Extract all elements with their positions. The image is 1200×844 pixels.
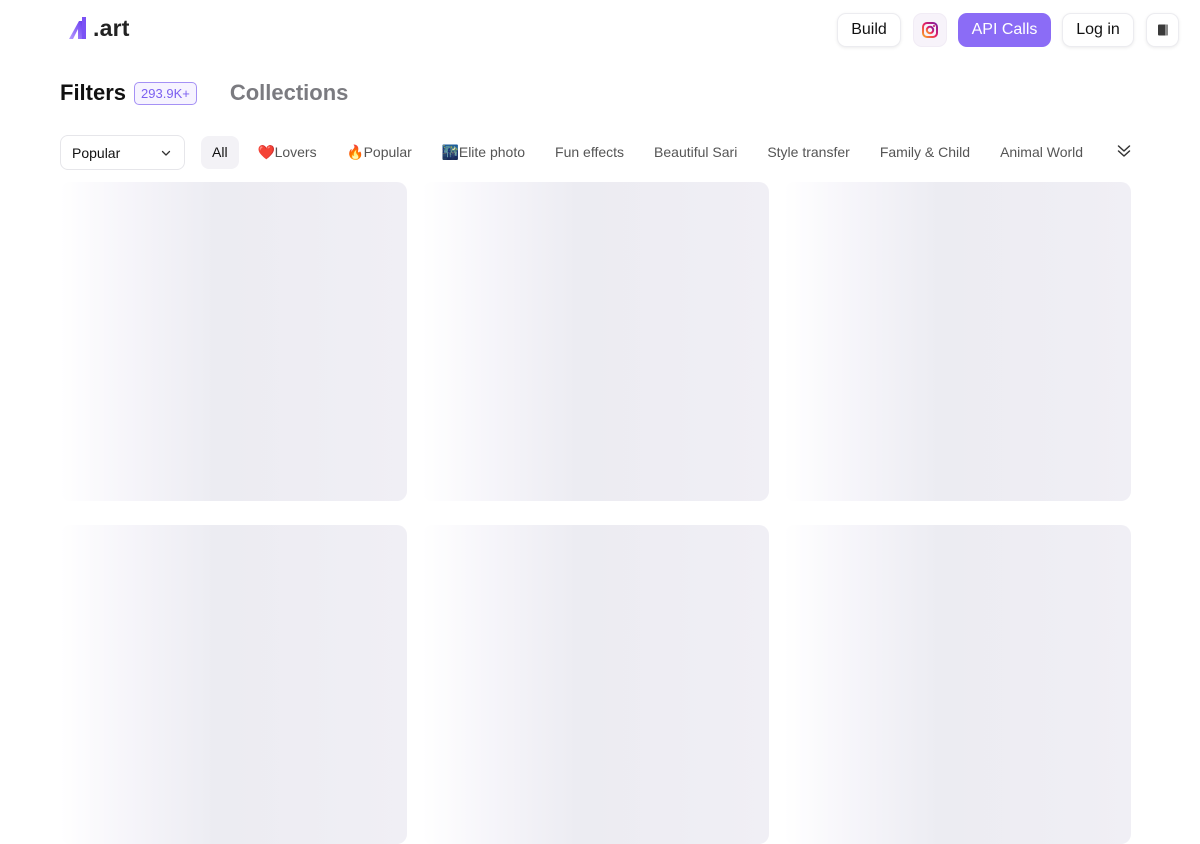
filter-card[interactable] <box>422 525 769 844</box>
night-city-icon: 🌃 <box>441 144 460 160</box>
sort-dropdown[interactable]: Popular <box>60 135 185 170</box>
logo-text: .art <box>93 14 130 41</box>
filter-bar: Popular All ❤️ Lovers 🔥 Popular 🌃 Elite … <box>60 134 1140 170</box>
tab-collections[interactable]: Collections <box>230 80 349 106</box>
filter-card[interactable] <box>784 182 1131 501</box>
chip-fun-effects[interactable]: Fun effects <box>544 136 635 169</box>
instagram-icon <box>922 22 938 38</box>
chip-label: All <box>212 144 228 160</box>
chip-animal-world[interactable]: Animal World <box>989 136 1094 169</box>
category-chips: All ❤️ Lovers 🔥 Popular 🌃 Elite photo Fu… <box>201 135 1102 169</box>
tab-filters[interactable]: Filters <box>60 80 126 106</box>
chip-label: Fun effects <box>555 144 625 160</box>
chevron-down-icon <box>161 150 171 156</box>
chip-family-child[interactable]: Family & Child <box>869 136 981 169</box>
api-calls-button[interactable]: API Calls <box>958 13 1051 47</box>
fire-icon: 🔥 <box>346 144 365 160</box>
section-tabs: Filters 293.9K+ Collections <box>60 78 348 108</box>
instagram-button[interactable] <box>913 13 947 47</box>
a1-logo-icon <box>69 17 86 39</box>
chip-label: Popular <box>363 144 412 160</box>
chip-label: Animal World <box>1000 144 1084 160</box>
chip-style-transfer[interactable]: Style transfer <box>756 136 860 169</box>
build-button[interactable]: Build <box>837 13 901 47</box>
chip-popular[interactable]: 🔥 Popular <box>336 136 423 169</box>
sort-selected-value: Popular <box>72 144 121 161</box>
chip-all[interactable]: All <box>201 135 239 169</box>
filter-card[interactable] <box>60 525 407 844</box>
chip-label: Style transfer <box>767 144 850 160</box>
book-button[interactable] <box>1146 13 1179 47</box>
chip-lovers[interactable]: ❤️ Lovers <box>247 136 328 169</box>
filter-card[interactable] <box>60 182 407 501</box>
header-actions: Build API Calls Log in <box>837 13 1179 47</box>
chip-beautiful-sari[interactable]: Beautiful Sari <box>643 136 748 169</box>
book-icon <box>1157 24 1168 36</box>
chip-label: Family & Child <box>879 144 971 160</box>
login-button[interactable]: Log in <box>1062 13 1134 47</box>
filters-count-badge: 293.9K+ <box>134 81 197 105</box>
chip-label: Beautiful Sari <box>654 144 738 160</box>
filter-card[interactable] <box>784 525 1131 844</box>
filter-card[interactable] <box>422 182 769 501</box>
logo[interactable]: .art <box>67 14 130 42</box>
chip-label: Elite photo <box>458 144 526 160</box>
heart-icon: ❤️ <box>257 144 275 160</box>
chip-label: Lovers <box>274 144 317 160</box>
chip-elite-photo[interactable]: 🌃 Elite photo <box>431 136 536 169</box>
double-chevron-down-icon[interactable] <box>1115 142 1133 160</box>
top-header: .art Build API Calls Log in <box>0 0 1200 60</box>
